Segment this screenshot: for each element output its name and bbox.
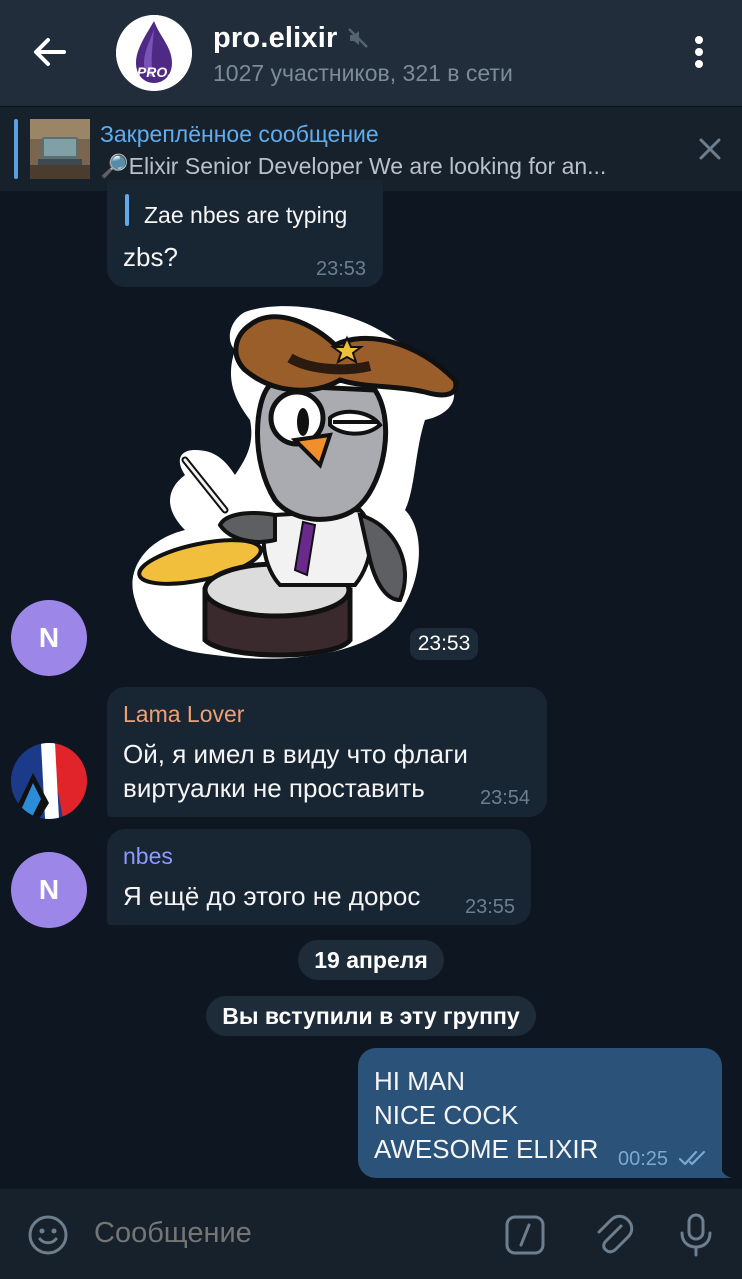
reply-text: Zae nbes are typing [144, 202, 348, 228]
mute-icon [346, 26, 370, 50]
attach-icon[interactable] [592, 1213, 636, 1257]
sender-name[interactable]: Lama Lover [123, 701, 244, 728]
reply-indicator [125, 194, 129, 226]
back-arrow-icon[interactable] [28, 30, 72, 74]
avatar[interactable]: N [11, 852, 87, 928]
avatar[interactable] [11, 743, 87, 819]
message-time: 23:53 [316, 258, 367, 280]
message-time: 23:55 [465, 896, 516, 918]
message-time: 23:54 [480, 787, 531, 809]
message-bubble[interactable]: Lama Lover Ой, я имел в виду что флаги в… [107, 687, 547, 817]
sender-name[interactable]: nbes [123, 843, 173, 870]
pinned-text: 🔎Elixir Senior Developer We are looking … [100, 153, 607, 179]
message-time: 00:25 [618, 1148, 669, 1170]
message-text: Ой, я имел в виду что флаги виртуалки не… [123, 739, 468, 803]
message-text: HI MAN NICE COCK AWESOME ELIXIR [374, 1066, 599, 1164]
message-bubble[interactable]: nbes Я ещё до этого не дорос 23:55 [107, 829, 531, 925]
pinned-thumbnail [30, 119, 90, 179]
outgoing-message-bubble[interactable]: HI MAN NICE COCK AWESOME ELIXIR 00:25 [358, 1048, 722, 1178]
chat-header: PRO. pro.elixir 1027 участников, 321 в с… [0, 0, 742, 106]
message-composer [0, 1189, 742, 1279]
date-pill: 19 апреля [298, 940, 444, 980]
more-vert-icon[interactable] [684, 30, 714, 74]
chat-subtitle: 1027 участников, 321 в сети [213, 60, 513, 86]
pinned-indicator [14, 119, 18, 179]
pinned-message-bar[interactable]: Закреплённое сообщение 🔎Elixir Senior De… [0, 106, 742, 191]
pinned-title: Закреплённое сообщение [100, 121, 379, 147]
sticker-owl-drummer[interactable] [125, 300, 470, 665]
sticker-time: 23:53 [410, 628, 478, 660]
message-bubble[interactable]: Zae nbes are typing zbs? 23:53 [107, 180, 383, 287]
mic-icon[interactable] [674, 1211, 718, 1259]
chat-title[interactable]: pro.elixir [213, 22, 338, 55]
message-text: zbs? [123, 242, 178, 272]
group-avatar[interactable]: PRO. [116, 15, 192, 91]
bot-command-icon[interactable] [504, 1214, 546, 1256]
svg-text:PRO.: PRO. [137, 64, 171, 80]
message-text: Я ещё до этого не дорос [123, 881, 421, 911]
close-icon[interactable] [694, 133, 726, 165]
avatar[interactable]: N [11, 600, 87, 676]
message-input[interactable] [94, 1217, 474, 1250]
service-message: Вы вступили в эту группу [206, 996, 536, 1036]
bubble-tail [718, 1162, 732, 1178]
read-checks-icon [678, 1148, 710, 1168]
emoji-icon[interactable] [26, 1213, 70, 1257]
